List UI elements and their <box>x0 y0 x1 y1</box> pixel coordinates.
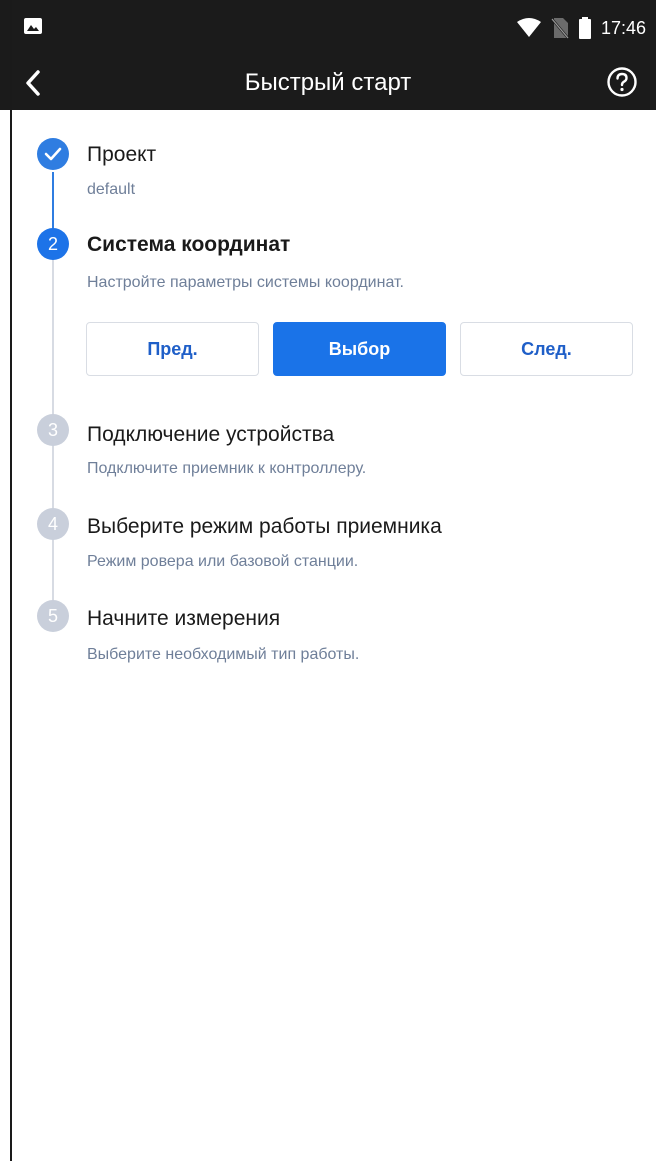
step-title: Начните измерения <box>87 607 281 630</box>
image-notification-icon <box>24 18 42 34</box>
step-actions: Пред. Выбор След. <box>86 322 633 376</box>
status-icons: 17:46 <box>516 14 646 42</box>
step-number-badge: 2 <box>37 228 69 260</box>
check-icon <box>44 147 62 161</box>
step-subtitle: default <box>87 181 136 198</box>
battery-icon <box>578 17 591 39</box>
status-time: 17:46 <box>600 17 646 38</box>
step-connector <box>52 256 54 420</box>
wifi-icon <box>516 18 541 37</box>
page-title: Быстрый старт <box>244 69 412 96</box>
step-subtitle: Режим ровера или базовой станции. <box>87 553 359 570</box>
step-connector <box>52 437 54 510</box>
step-title: Система координат <box>87 233 291 256</box>
step-title: Проект <box>87 143 157 166</box>
prev-button[interactable]: Пред. <box>86 322 259 376</box>
step-subtitle: Настройте параметры системы координат. <box>87 274 404 291</box>
select-button[interactable]: Выбор <box>273 322 446 376</box>
step-title: Подключение устройства <box>87 423 335 446</box>
help-icon <box>607 67 637 97</box>
step-number-badge: 5 <box>37 600 69 632</box>
next-button[interactable]: След. <box>460 322 633 376</box>
help-button[interactable] <box>602 62 642 102</box>
app-bar: Быстрый старт <box>0 56 656 110</box>
status-bar: 17:46 <box>0 0 656 56</box>
step-subtitle: Подключите приемник к контроллеру. <box>87 460 367 477</box>
step-number-badge: 4 <box>37 508 69 540</box>
step-done-badge <box>37 138 69 170</box>
no-sim-icon <box>550 18 569 39</box>
screen: 17:46 Быстрый старт Проект default 2 Сис… <box>0 0 656 1161</box>
step-title: Выберите режим работы приемника <box>87 515 442 538</box>
step-number-badge: 3 <box>37 414 69 446</box>
step-subtitle: Выберите необходимый тип работы. <box>87 646 360 663</box>
